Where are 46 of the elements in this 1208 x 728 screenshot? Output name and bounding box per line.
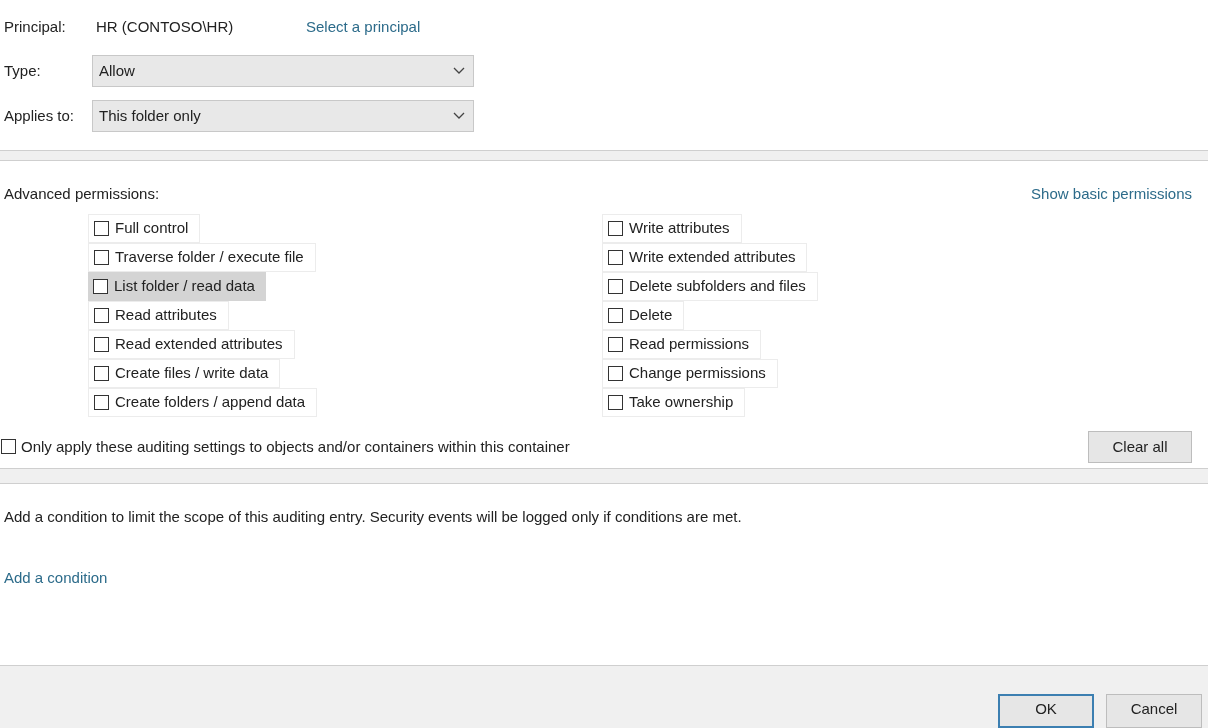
checkbox[interactable]	[94, 220, 109, 236]
dropdown[interactable]: Allow	[92, 55, 474, 87]
checkbox[interactable]	[608, 336, 623, 352]
show-basic-permissions-link[interactable]: Show basic permissions	[1031, 183, 1192, 206]
field-label: Applies to:	[4, 105, 76, 126]
only-apply-option[interactable]: Only apply these auditing settings to objects and/or containers within this container	[1, 435, 570, 459]
permission-option[interactable]: Write extended attributes	[602, 242, 808, 272]
add-condition-link[interactable]: Add a condition	[4, 566, 108, 589]
permission-option[interactable]: Delete subfolders and files	[602, 271, 818, 301]
checkbox[interactable]	[608, 394, 623, 410]
checkbox[interactable]	[94, 394, 109, 410]
field-label: Principal:	[4, 16, 67, 37]
permission-option[interactable]: Create folders / append data	[88, 387, 318, 417]
checkbox[interactable]	[608, 307, 623, 323]
condition-description: Add a condition to limit the scope of this auditing entry. Security events will be logged only if conditions are met.	[4, 507, 743, 527]
permission-option[interactable]: Full control	[88, 213, 201, 243]
permission-option[interactable]: List folder / read data	[88, 271, 266, 301]
dialog-button[interactable]: OK	[998, 694, 1094, 728]
checkbox[interactable]	[94, 249, 109, 265]
permission-option[interactable]: Create files / write data	[88, 358, 281, 388]
chevron-down-icon	[453, 112, 465, 120]
dialog-button[interactable]: Cancel	[1106, 694, 1202, 728]
permission-option[interactable]: Traverse folder / execute file	[88, 242, 316, 272]
checkbox[interactable]	[1, 439, 16, 455]
clear-all-button[interactable]: Clear all	[1088, 430, 1192, 463]
checkbox[interactable]	[94, 365, 109, 381]
checkbox[interactable]	[608, 365, 623, 381]
permission-option[interactable]: Take ownership	[602, 387, 746, 417]
permission-option[interactable]: Change permissions	[602, 358, 778, 388]
checkbox[interactable]	[608, 278, 623, 294]
permission-option[interactable]: Read permissions	[602, 329, 762, 359]
dropdown[interactable]: This folder only	[92, 100, 474, 132]
checkbox[interactable]	[608, 220, 623, 236]
permission-option[interactable]: Read extended attributes	[88, 329, 295, 359]
field-label: Type:	[4, 60, 42, 81]
section-title: Advanced permissions:	[4, 184, 160, 205]
permission-option[interactable]: Write attributes	[602, 213, 742, 243]
checkbox[interactable]	[94, 307, 109, 323]
checkbox[interactable]	[94, 336, 109, 352]
checkbox[interactable]	[608, 249, 623, 265]
principal-name: HR (CONTOSO\HR)	[96, 16, 235, 37]
checkbox[interactable]	[93, 278, 108, 294]
permission-option[interactable]: Delete	[602, 300, 685, 330]
select-principal-link[interactable]: Select a principal	[306, 15, 421, 39]
chevron-down-icon	[453, 67, 465, 75]
permission-option[interactable]: Read attributes	[88, 300, 229, 330]
